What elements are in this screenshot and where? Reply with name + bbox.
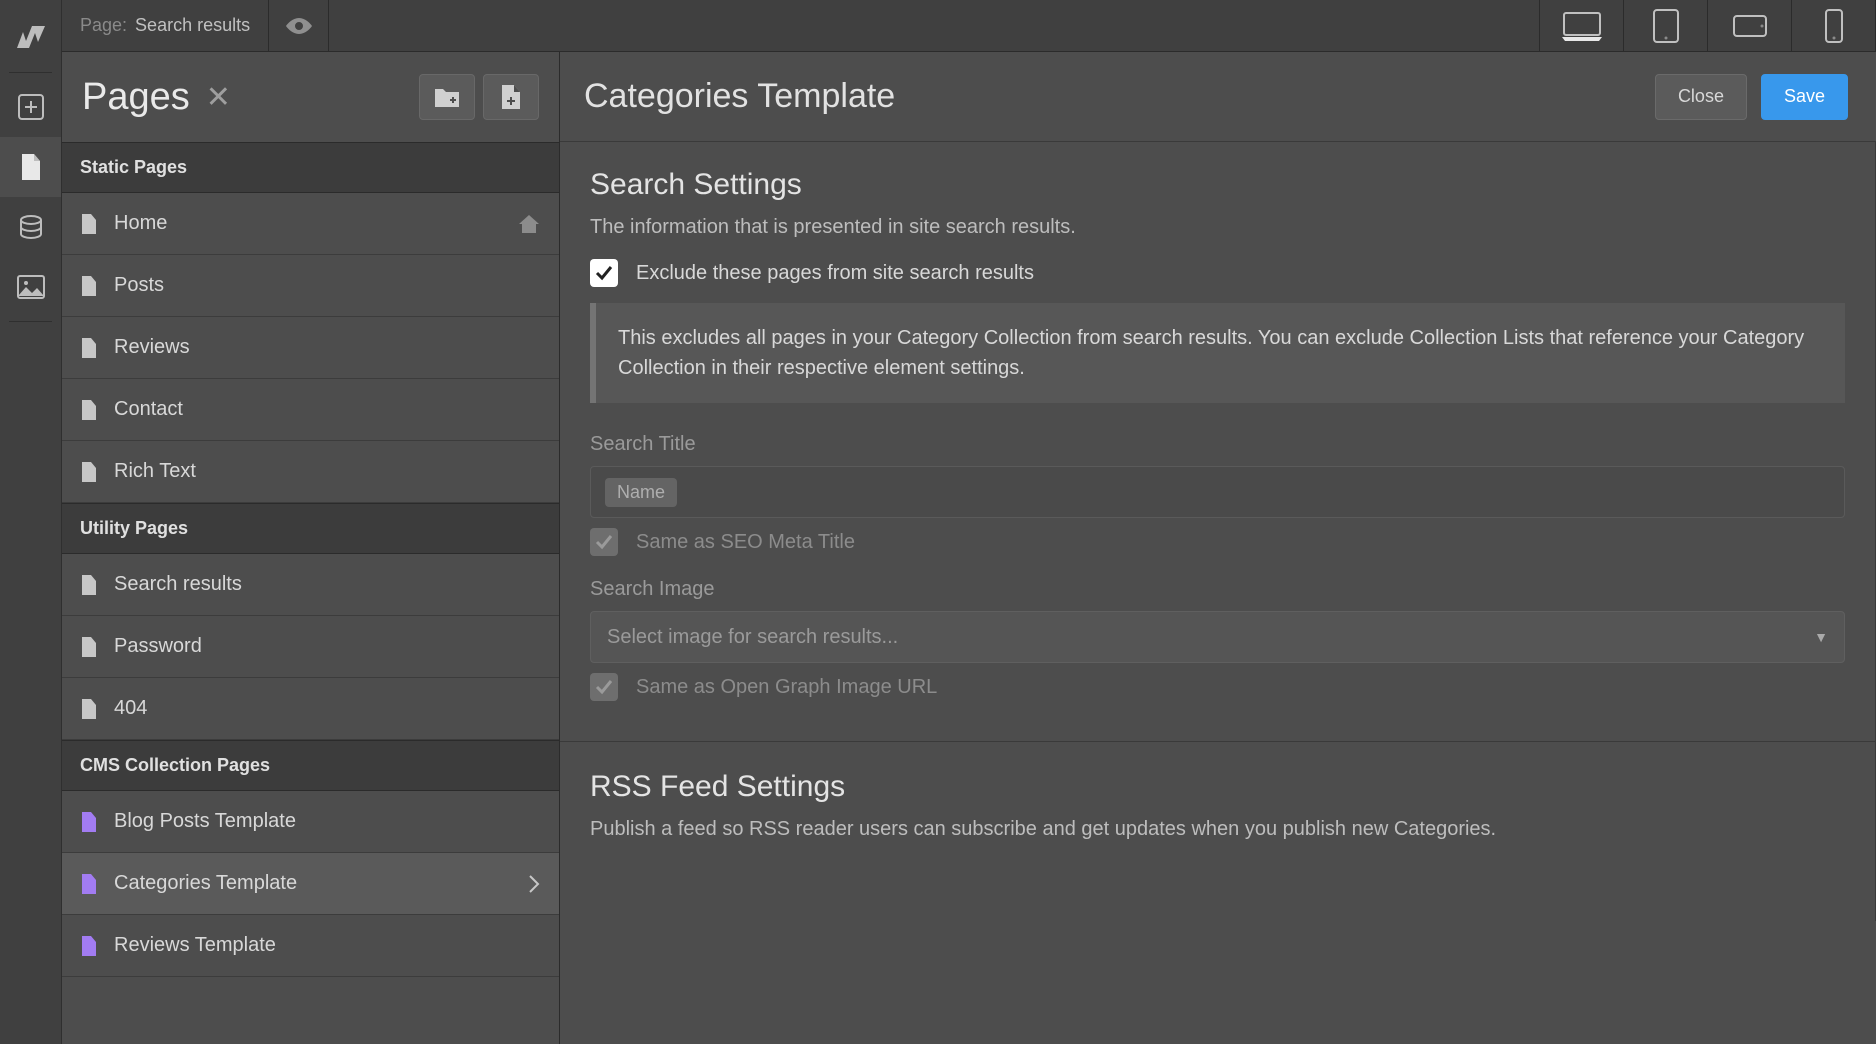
search-title-label: Search Title <box>590 433 1845 456</box>
rss-settings-description: Publish a feed so RSS reader users can s… <box>590 818 1845 841</box>
exclude-pages-checkbox-row[interactable]: Exclude these pages from site search res… <box>590 259 1845 287</box>
device-tablet-landscape-button[interactable] <box>1708 0 1792 51</box>
page-item-label: Reviews <box>114 336 190 359</box>
page-item-label: Rich Text <box>114 460 196 483</box>
same-og-image-checkbox[interactable] <box>590 673 618 701</box>
device-tablet-button[interactable] <box>1624 0 1708 51</box>
page-item-posts[interactable]: Posts <box>62 255 559 317</box>
page-item-home[interactable]: Home <box>62 193 559 255</box>
same-meta-title-row[interactable]: Same as SEO Meta Title <box>590 528 1845 556</box>
page-item-blog-posts-template[interactable]: Blog Posts Template <box>62 791 559 853</box>
close-panel-icon[interactable]: ✕ <box>206 80 231 115</box>
exclude-info-callout: This excludes all pages in your Category… <box>590 303 1845 403</box>
page-item-label: 404 <box>114 697 147 720</box>
page-item-label: Contact <box>114 398 183 421</box>
page-item-reviews-template[interactable]: Reviews Template <box>62 915 559 977</box>
close-button[interactable]: Close <box>1655 74 1747 120</box>
new-folder-button[interactable] <box>419 74 475 120</box>
page-item-label: Posts <box>114 274 164 297</box>
page-item-label: Search results <box>114 573 242 596</box>
page-item-404[interactable]: 404 <box>62 678 559 740</box>
add-element-icon[interactable] <box>0 77 61 137</box>
settings-title: Categories Template <box>584 77 895 116</box>
device-desktop-button[interactable] <box>1540 0 1624 51</box>
page-item-rich-text[interactable]: Rich Text <box>62 441 559 503</box>
search-settings-description: The information that is presented in sit… <box>590 216 1845 239</box>
page-prefix-label: Page: <box>80 15 127 36</box>
device-phone-button[interactable] <box>1792 0 1876 51</box>
cms-icon[interactable] <box>0 197 61 257</box>
webflow-logo[interactable] <box>0 8 61 68</box>
page-item-label: Reviews Template <box>114 934 276 957</box>
page-item-label: Password <box>114 635 202 658</box>
search-settings-heading: Search Settings <box>590 168 1845 202</box>
exclude-pages-label: Exclude these pages from site search res… <box>636 262 1034 285</box>
section-static-header: Static Pages <box>62 142 559 193</box>
search-title-input[interactable]: Name <box>590 466 1845 518</box>
page-item-label: Blog Posts Template <box>114 810 296 833</box>
section-utility-header: Utility Pages <box>62 503 559 554</box>
page-item-label: Categories Template <box>114 872 297 895</box>
preview-toggle[interactable] <box>269 0 329 51</box>
same-meta-title-checkbox[interactable] <box>590 528 618 556</box>
page-item-reviews[interactable]: Reviews <box>62 317 559 379</box>
same-og-image-label: Same as Open Graph Image URL <box>636 676 937 699</box>
chevron-right-icon <box>527 873 541 895</box>
current-page-name[interactable]: Search results <box>135 15 250 36</box>
home-icon <box>517 213 541 235</box>
pages-icon[interactable] <box>0 137 61 197</box>
search-image-select[interactable]: Select image for search results... ▼ <box>590 611 1845 663</box>
search-image-label: Search Image <box>590 578 1845 601</box>
search-title-token: Name <box>605 478 677 507</box>
search-image-placeholder: Select image for search results... <box>607 626 898 649</box>
pages-panel-title: Pages <box>82 76 190 119</box>
page-item-categories-template[interactable]: Categories Template <box>62 853 559 915</box>
page-item-search-results[interactable]: Search results <box>62 554 559 616</box>
page-item-password[interactable]: Password <box>62 616 559 678</box>
exclude-pages-checkbox[interactable] <box>590 259 618 287</box>
page-item-contact[interactable]: Contact <box>62 379 559 441</box>
same-og-image-row[interactable]: Same as Open Graph Image URL <box>590 673 1845 701</box>
new-page-button[interactable] <box>483 74 539 120</box>
dropdown-caret-icon: ▼ <box>1814 629 1828 645</box>
save-button[interactable]: Save <box>1761 74 1848 120</box>
assets-icon[interactable] <box>0 257 61 317</box>
page-item-label: Home <box>114 212 167 235</box>
same-meta-title-label: Same as SEO Meta Title <box>636 531 855 554</box>
section-cms-header: CMS Collection Pages <box>62 740 559 791</box>
rss-settings-heading: RSS Feed Settings <box>590 770 1845 804</box>
